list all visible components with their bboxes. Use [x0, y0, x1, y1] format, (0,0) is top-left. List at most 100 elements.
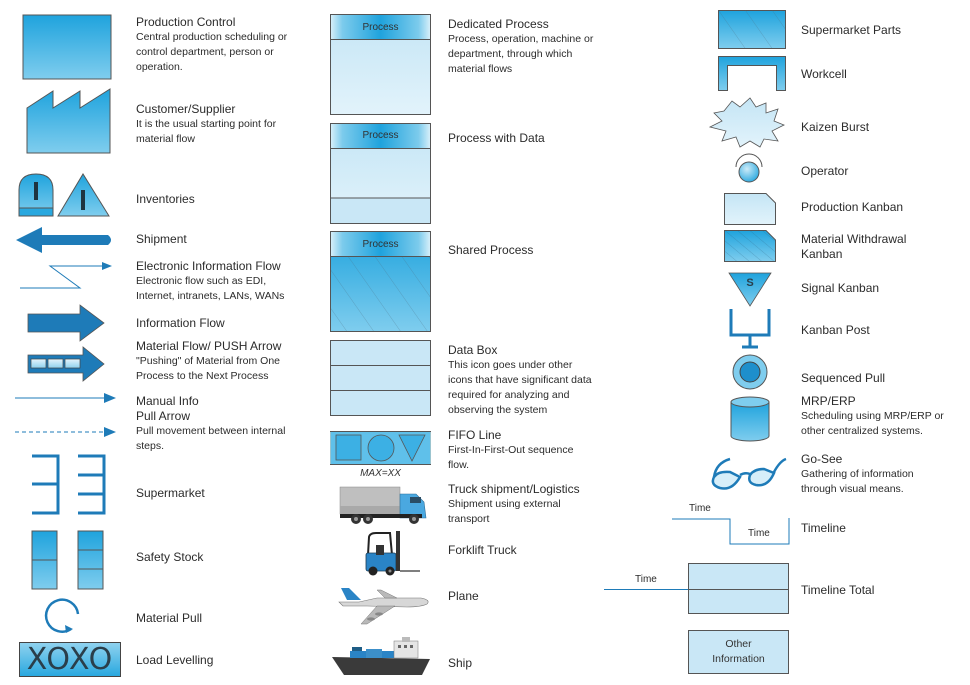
item-title: Production Kanban: [801, 200, 904, 214]
ship-icon: [332, 637, 430, 675]
item-desc: control department, person or: [136, 46, 274, 58]
item-title: Operator: [801, 164, 849, 178]
item-title: Sequenced Pull: [801, 371, 886, 385]
item-desc: through visual means.: [801, 483, 904, 495]
item-desc: It is the usual starting point for: [136, 118, 277, 130]
fifo-max-label: MAX=XX: [360, 468, 401, 479]
item-title-line2: Kanban: [801, 247, 843, 261]
item-desc: material flow: [136, 133, 195, 145]
item-desc: First-In-First-Out sequence: [448, 444, 574, 456]
plane-icon: [338, 588, 429, 625]
item-desc: Process, operation, machine or: [448, 33, 594, 45]
item-title: Data Box: [448, 343, 498, 357]
legend-item-pull-arrow: Pull Arrow Pull movement between interna…: [136, 409, 285, 454]
truck-icon: [339, 486, 427, 524]
item-title: Timeline Total: [801, 583, 875, 597]
timeline-total-time-label: Time: [635, 574, 657, 585]
legend-item-electronic-flow: Electronic Information Flow Electronic f…: [136, 259, 284, 304]
item-title: Workcell: [801, 67, 847, 81]
item-desc: department, through which: [448, 48, 573, 60]
item-title: MRP/ERP: [801, 394, 856, 408]
item-title: Customer/Supplier: [136, 102, 236, 116]
database-icon: [730, 396, 770, 442]
data-box-icon: [330, 340, 431, 416]
other-information-line: Information: [712, 653, 765, 665]
legend-item-fifo: FIFO Line First-In-First-Out sequence fl…: [448, 428, 573, 473]
item-title: Load Levelling: [136, 653, 214, 667]
forklift-icon: [365, 531, 420, 576]
item-desc: operation.: [136, 61, 183, 73]
item-desc: icons that have significant data: [448, 374, 592, 386]
item-title: Safety Stock: [136, 550, 204, 564]
item-desc: Process to the Next Process: [136, 370, 269, 382]
item-title: Inventories: [136, 192, 195, 206]
item-desc: required for analyzing and: [448, 389, 570, 401]
item-title: Kaizen Burst: [801, 120, 870, 134]
timeline-time-label: Time: [689, 503, 711, 514]
item-desc: Internet, intranets, LANs, WANs: [136, 290, 285, 302]
operator-icon: [735, 153, 763, 183]
item-title: Shared Process: [448, 243, 534, 257]
information-flow-arrow-icon: [27, 304, 105, 342]
shipment-arrow-icon: [16, 227, 111, 253]
signal-kanban-letter: S: [746, 277, 754, 289]
item-desc: Electronic flow such as EDI,: [136, 275, 267, 287]
timeline-icon: [672, 518, 790, 545]
fifo-line-icon: [330, 431, 431, 465]
push-arrow-icon: [27, 346, 105, 382]
item-title: Material Flow/ PUSH Arrow: [136, 339, 282, 353]
legend-item-truck: Truck shipment/Logistics Shipment using …: [448, 482, 580, 527]
item-title: Pull Arrow: [136, 409, 191, 423]
item-title: Shipment: [136, 232, 187, 246]
item-title: Signal Kanban: [801, 281, 880, 295]
legend-item-withdrawal-kanban: Material Withdrawal Kanban: [801, 232, 906, 262]
factory-icon: [26, 88, 111, 154]
item-title: FIFO Line: [448, 428, 502, 442]
manual-info-arrow-icon: [15, 393, 116, 403]
supermarket-parts-icon: [718, 10, 786, 49]
item-desc: other centralized systems.: [801, 425, 923, 437]
legend-item-production-control: Production Control Central production sc…: [136, 15, 287, 75]
item-title: Material Pull: [136, 611, 203, 625]
process-label: Process: [362, 22, 399, 33]
item-desc: This icon goes under other: [448, 359, 573, 371]
timeline-time-label: Time: [748, 528, 770, 539]
load-levelling-text: XOXO: [26, 641, 114, 677]
item-desc: Gathering of information: [801, 468, 914, 480]
kanban-post-icon: [729, 309, 771, 349]
item-desc: steps.: [136, 440, 165, 452]
item-title: Truck shipment/Logistics: [448, 482, 580, 496]
sequenced-pull-icon: [732, 354, 768, 390]
item-title: Process with Data: [448, 131, 545, 145]
load-levelling-icon: XOXO: [19, 642, 121, 677]
pull-arrow-icon: [15, 427, 116, 437]
item-title: Information Flow: [136, 316, 225, 330]
supermarket-icon: [32, 454, 106, 515]
timeline-total-icon: [604, 563, 789, 614]
item-title: Supermarket: [136, 486, 205, 500]
legend-item-go-see: Go-See Gathering of information through …: [801, 452, 914, 497]
item-title: Plane: [448, 589, 479, 603]
glasses-icon: [711, 457, 787, 490]
item-desc: material flows: [448, 63, 513, 75]
legend-item-dedicated-process: Dedicated Process Process, operation, ma…: [448, 17, 593, 77]
item-title: Kanban Post: [801, 323, 870, 337]
item-title: Supermarket Parts: [801, 23, 902, 37]
item-title: Production Control: [136, 15, 236, 29]
item-title: Forklift Truck: [448, 543, 517, 557]
item-desc: "Pushing" of Material from One: [136, 355, 281, 367]
legend-item-mrp-erp: MRP/ERP Scheduling using MRP/ERP or othe…: [801, 394, 944, 439]
item-desc: Scheduling using MRP/ERP or: [801, 410, 944, 422]
item-desc: transport: [448, 513, 490, 525]
process-label: Process: [362, 130, 399, 141]
item-title: Go-See: [801, 452, 843, 466]
legend-item-data-box: Data Box This icon goes under other icon…: [448, 343, 592, 418]
electronic-flow-icon: [20, 262, 112, 289]
production-kanban-icon: [724, 193, 776, 225]
kaizen-burst-icon: [708, 97, 785, 148]
material-pull-icon: [44, 598, 80, 633]
item-desc: Pull movement between internal: [136, 425, 286, 437]
item-title: Ship: [448, 656, 473, 670]
legend-item-push-arrow: Material Flow/ PUSH Arrow "Pushing" of M…: [136, 339, 281, 384]
legend-item-customer-supplier: Customer/Supplier It is the usual starti…: [136, 102, 276, 147]
